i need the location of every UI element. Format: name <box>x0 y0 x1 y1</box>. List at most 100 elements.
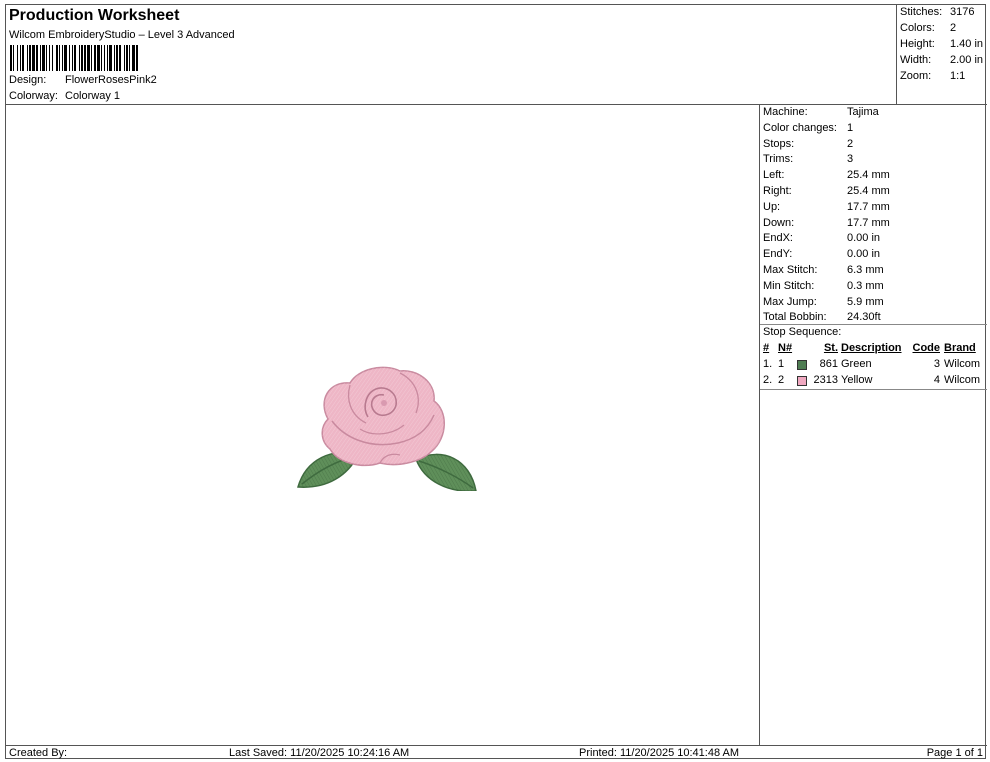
property-label: Max Stitch: <box>763 264 818 276</box>
property-row: Down: 17.7 mm <box>763 217 890 229</box>
barcode-bar <box>129 45 130 71</box>
design-value: FlowerRosesPink2 <box>65 74 157 86</box>
divider <box>760 389 987 390</box>
design-stats: Stitches: 3176 Colors: 2 Height: 1.40 in Wi… <box>896 5 987 105</box>
height-row: Height: 1.40 in <box>900 38 983 50</box>
colors-label: Colors: <box>900 22 935 34</box>
color-code: 4 <box>933 373 940 386</box>
barcode-bar <box>40 45 41 71</box>
col-code: Code <box>912 342 941 354</box>
needle-number: 1 <box>778 358 785 370</box>
stop-num: 1. <box>763 358 773 370</box>
barcode-bar <box>64 45 67 71</box>
property-value: 0.3 mm <box>847 279 884 292</box>
width-label: Width: <box>900 54 932 66</box>
barcode-bar <box>52 45 53 71</box>
property-value: 1 <box>847 121 854 134</box>
thread-brand: Wilcom <box>944 373 981 386</box>
thread-color-swatch <box>797 375 807 386</box>
colorway-row: Colorway: Colorway 1 <box>9 90 120 102</box>
stitch-count: 2313 <box>813 373 838 386</box>
page-number: Page 1 of 1 <box>926 747 983 759</box>
stop-num: 2. <box>763 373 773 386</box>
col-num: # <box>763 342 770 354</box>
property-value: 25.4 mm <box>847 169 890 182</box>
barcode-bar <box>20 45 21 71</box>
thread-color-swatch <box>797 360 807 370</box>
property-label: Trims: <box>763 153 794 166</box>
property-value: 25.4 mm <box>847 185 890 197</box>
barcode-bar <box>22 45 24 71</box>
stitches-value: 3176 <box>950 6 975 18</box>
barcode-bar <box>107 45 108 71</box>
property-row: EndY: 0.00 in <box>763 248 880 260</box>
stop-sequence-row: 1. 1 861 Green 3 Wilcom <box>760 358 987 373</box>
colors-value: 2 <box>950 22 957 34</box>
col-description: Description <box>841 342 902 354</box>
property-label: Down: <box>763 216 795 229</box>
property-row: Up: 17.7 mm <box>763 201 890 213</box>
design-label: Design: <box>9 74 47 86</box>
barcode-bar <box>56 45 58 71</box>
barcode-bar <box>72 45 73 71</box>
property-value: 0.00 in <box>847 232 881 245</box>
height-value: 1.40 in <box>950 38 984 50</box>
colorway-value: Colorway 1 <box>65 90 121 102</box>
property-value: 24.30ft <box>847 311 881 324</box>
barcode-bar <box>74 45 76 71</box>
worksheet-header: Production Worksheet Wilcom EmbroiderySt… <box>6 5 896 105</box>
created-by: Created By: <box>9 747 68 759</box>
barcode-bar <box>104 45 105 71</box>
design-info-panel: Machine: Tajima Color changes: 1 Stops: 2 Trim… <box>760 105 987 745</box>
property-row: Trims: 3 <box>763 153 853 165</box>
barcode-bar <box>114 45 115 71</box>
property-row: Max Jump: 5.9 mm <box>763 296 884 308</box>
property-label: Up: <box>763 200 781 213</box>
last-saved: Last Saved: 11/20/2025 10:24:16 AM <box>229 747 410 759</box>
property-row: Max Stitch: 6.3 mm <box>763 264 884 276</box>
property-value: 0.00 in <box>847 248 881 261</box>
col-brand: Brand <box>944 342 976 354</box>
design-row: Design: FlowerRosesPink2 <box>9 74 157 86</box>
stitches-label: Stitches: <box>900 6 943 18</box>
height-label: Height: <box>900 38 935 50</box>
barcode-bar <box>136 45 138 71</box>
property-label: Color changes: <box>763 121 837 134</box>
production-worksheet: Production Worksheet Wilcom EmbroiderySt… <box>5 4 987 760</box>
barcode-bar <box>79 45 80 71</box>
property-label: Machine: <box>763 106 808 118</box>
design-preview <box>6 105 760 745</box>
barcode-bar <box>17 45 18 71</box>
software-name: Wilcom EmbroideryStudio – Level 3 Advanc… <box>9 29 235 41</box>
zoom-row: Zoom: 1:1 <box>900 70 965 82</box>
rose-embroidery-design <box>297 366 477 491</box>
stitches-row: Stitches: 3176 <box>900 6 974 18</box>
printed-date: Printed: 11/20/2025 10:41:48 AM <box>579 747 740 759</box>
property-row: Machine: Tajima <box>763 106 879 118</box>
col-stitches: St. <box>823 342 838 354</box>
stitch-count: 861 <box>819 358 838 370</box>
barcode <box>10 45 138 71</box>
property-row: EndX: 0.00 in <box>763 232 880 244</box>
property-value: 6.3 mm <box>847 264 884 276</box>
barcode-bar <box>27 45 28 71</box>
colors-row: Colors: 2 <box>900 22 956 34</box>
property-label: Stops: <box>763 137 795 150</box>
width-value: 2.00 in <box>950 54 984 66</box>
property-label: Min Stitch: <box>763 279 815 292</box>
property-label: Total Bobbin: <box>763 311 827 324</box>
barcode-bar <box>119 45 121 71</box>
barcode-bar <box>124 45 125 71</box>
property-label: EndX: <box>763 232 793 245</box>
color-code: 3 <box>933 358 940 370</box>
barcode-bar <box>132 45 135 71</box>
zoom-value: 1:1 <box>950 70 966 82</box>
stop-sequence-title: Stop Sequence: <box>763 326 842 338</box>
stop-sequence-header: # N# St. Description Code Brand <box>760 342 987 357</box>
property-row: Left: 25.4 mm <box>763 169 890 181</box>
barcode-bar <box>36 45 38 71</box>
zoom-label: Zoom: <box>900 70 932 82</box>
worksheet-footer: Created By: Last Saved: 11/20/2025 10:24… <box>6 745 987 760</box>
barcode-bar <box>62 45 63 71</box>
property-value: Tajima <box>847 106 879 118</box>
